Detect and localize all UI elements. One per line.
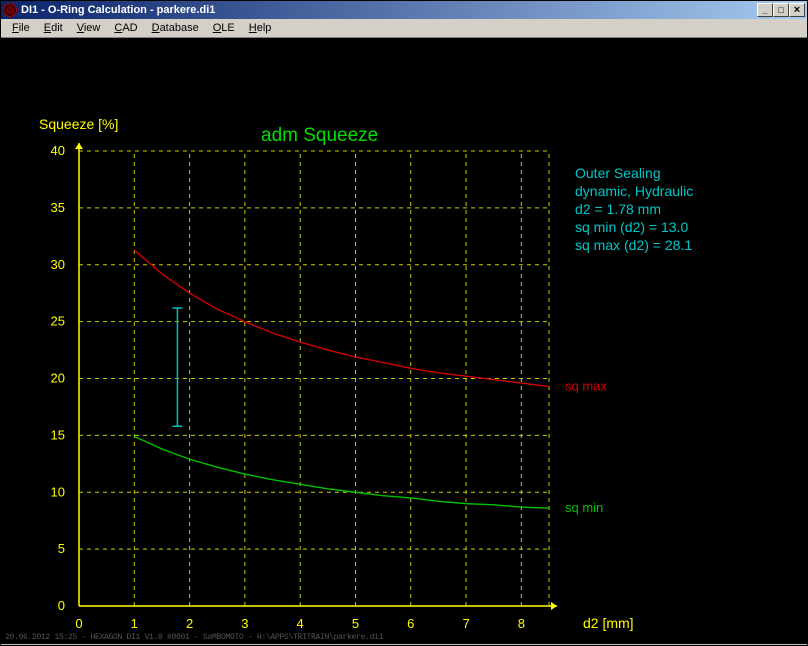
x-tick-label: 5 (352, 616, 359, 631)
y-tick-label: 0 (58, 598, 65, 613)
y-axis-arrow (75, 143, 83, 149)
chart-info-line: Outer Sealing (575, 165, 661, 181)
window-controls: _ □ × (757, 3, 805, 17)
window-titlebar: ⊘ DI1 - O-Ring Calculation - parkere.di1… (1, 1, 807, 19)
menu-help[interactable]: Help (242, 20, 279, 36)
menu-view[interactable]: View (70, 20, 108, 36)
chart-info-line: dynamic, Hydraulic (575, 183, 693, 199)
x-tick-label: 3 (241, 616, 248, 631)
menu-database[interactable]: Database (145, 20, 206, 36)
chart-svg: 0 5 10 15 20 25 30 35 40 0 1 2 3 4 5 6 7 8 Squeeze [%] d2 [… (1, 38, 807, 634)
y-tick-label: 25 (51, 314, 65, 329)
chart-canvas: 0 5 10 15 20 25 30 35 40 0 1 2 3 4 5 6 7 8 Squeeze [%] d2 [… (1, 38, 807, 644)
y-tick-label: 40 (51, 143, 65, 158)
y-tick-label: 20 (51, 371, 65, 386)
x-tick-label: 8 (518, 616, 525, 631)
series-sq-max (134, 250, 549, 387)
x-tick-label: 2 (186, 616, 193, 631)
status-footer: 20.06.2012 15:25 - HEXAGON DI1 V1.0 #000… (5, 633, 383, 642)
close-button[interactable]: × (789, 3, 805, 17)
chart-info-line: sq min (d2) = 13.0 (575, 219, 688, 235)
x-tick-label: 4 (297, 616, 304, 631)
x-tick-label: 6 (407, 616, 414, 631)
x-tick-label: 7 (462, 616, 469, 631)
menu-file[interactable]: File (5, 20, 37, 36)
chart-title: adm Squeeze (261, 125, 378, 146)
y-tick-label: 10 (51, 484, 65, 499)
window-title: DI1 - O-Ring Calculation - parkere.di1 (21, 4, 757, 16)
menu-cad[interactable]: CAD (107, 20, 144, 36)
x-axis-label: d2 [mm] (583, 615, 634, 631)
series-sq-min (134, 437, 549, 509)
y-tick-label: 35 (51, 200, 65, 215)
x-axis-arrow (551, 602, 557, 610)
chart-info-line: d2 = 1.78 mm (575, 201, 661, 217)
y-tick-label: 15 (51, 427, 65, 442)
x-tick-label: 0 (75, 616, 82, 631)
y-tick-label: 5 (58, 541, 65, 556)
menu-ole[interactable]: OLE (206, 20, 242, 36)
x-tick-label: 1 (131, 616, 138, 631)
y-axis-label: Squeeze [%] (39, 116, 118, 132)
maximize-button[interactable]: □ (773, 3, 789, 17)
menu-bar: File Edit View CAD Database OLE Help (1, 19, 807, 38)
menu-edit[interactable]: Edit (37, 20, 70, 36)
series-label-sqmin: sq min (565, 500, 603, 515)
y-tick-label: 30 (51, 257, 65, 272)
series-label-sqmax: sq max (565, 378, 607, 393)
app-icon: ⊘ (3, 3, 17, 17)
chart-info-line: sq max (d2) = 28.1 (575, 237, 692, 253)
minimize-button[interactable]: _ (757, 3, 773, 17)
